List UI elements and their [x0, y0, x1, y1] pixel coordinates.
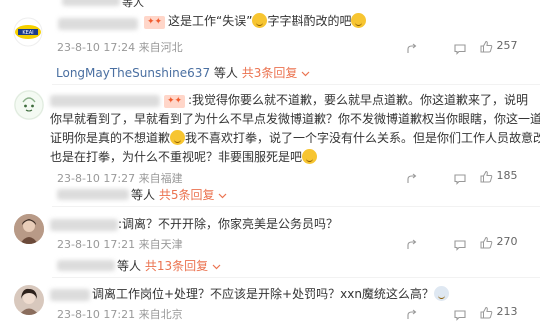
avatar[interactable] [14, 285, 44, 315]
comment-text: 也是在打拳，为什么不重视呢？非要围服死是吧 [50, 147, 318, 167]
reply-username[interactable]: LongMayTheSunshine637 [56, 66, 210, 80]
like-count: 185 [496, 169, 518, 182]
share-icon[interactable] [406, 40, 418, 53]
comment-meta: 23-8-10 17:21 来自天津 [57, 238, 183, 251]
blurred-username [57, 260, 115, 271]
sweat-emoji-icon [433, 286, 449, 301]
divider [52, 84, 540, 85]
reply-count-link[interactable]: 共5条回复 [159, 188, 215, 202]
comment-text: 你早就看到了，早就看到了为什么不早点发微博道歉？你不发微博道歉权当你眼瞎，你这一… [50, 112, 540, 126]
thumbs-up-icon [480, 170, 493, 182]
comment-meta: 23-8-10 17:24 来自河北 [57, 41, 183, 54]
laughing-emoji-icon [170, 130, 186, 145]
vip-badge: ✦✦ [144, 16, 166, 29]
chevron-down-icon [218, 193, 227, 199]
divider [52, 277, 540, 278]
blurred-username [50, 95, 160, 107]
divider [52, 206, 540, 207]
vip-badge: ✦✦ [164, 95, 186, 108]
chevron-down-icon [301, 71, 310, 77]
reply-count-link[interactable]: 共13条回复 [145, 259, 208, 273]
svg-text:KEAI: KEAI [22, 30, 33, 36]
blurred-username [58, 18, 138, 30]
avatar[interactable] [14, 90, 44, 120]
blurred-username [50, 219, 118, 231]
comment-icon[interactable] [454, 236, 466, 251]
top-partial-text: 等人 [122, 0, 144, 9]
blurred-username [50, 289, 90, 301]
like-button[interactable]: 257 [480, 39, 518, 53]
comment-icon[interactable] [454, 40, 466, 55]
thumbs-up-icon [480, 40, 493, 52]
chevron-down-icon [212, 264, 221, 270]
comment-text: 证明你是真的不想道歉 我不喜欢打拳，说了一个字没有什么关系。但是你们工作人员故意改… [50, 130, 540, 145]
comment-text: :我觉得你要么就不道歉，要么就早点道歉。你这道歉来了，说明 [188, 93, 529, 107]
comment-text: 调离工作岗位+处理？不应该是开除+处罚吗？xxn魔统这么高？ [92, 284, 449, 304]
like-button[interactable]: 185 [480, 169, 518, 183]
avatar[interactable] [14, 214, 44, 244]
blurred-username [62, 0, 120, 6]
like-count: 257 [496, 39, 518, 52]
like-count: 213 [496, 305, 518, 318]
share-icon[interactable] [406, 170, 418, 183]
reply-count-link[interactable]: 共3条回复 [242, 66, 298, 80]
laughing-emoji-icon [302, 149, 318, 164]
reply-summary[interactable]: 等人 共5条回复 [131, 186, 227, 203]
reply-summary[interactable]: LongMayTheSunshine637 等人 共3条回复 [56, 64, 310, 81]
share-icon[interactable] [406, 306, 418, 319]
share-icon[interactable] [406, 236, 418, 249]
thumbs-up-icon [480, 306, 493, 318]
comment-meta: 23-8-10 17:27 来自福建 [57, 172, 183, 185]
laughing-emoji-icon [252, 13, 268, 28]
like-button[interactable]: 270 [480, 235, 518, 249]
comment-text: 这是工作“失误” 字字斟酌改的吧 [168, 11, 367, 31]
comment-icon[interactable] [454, 306, 466, 321]
like-button[interactable]: 213 [480, 305, 518, 319]
thumbs-up-icon [480, 236, 493, 248]
smile-emoji-icon [351, 13, 367, 28]
comment-meta: 23-8-10 17:21 来自北京 [57, 308, 183, 321]
avatar[interactable]: KEAI [13, 17, 43, 47]
comment-icon[interactable] [454, 170, 466, 185]
blurred-username [57, 189, 129, 200]
reply-summary[interactable]: 等人 共13条回复 [117, 257, 221, 274]
comment-text: :调离？不开开除，你家亮美是公务员吗？ [118, 217, 339, 231]
like-count: 270 [496, 235, 518, 248]
